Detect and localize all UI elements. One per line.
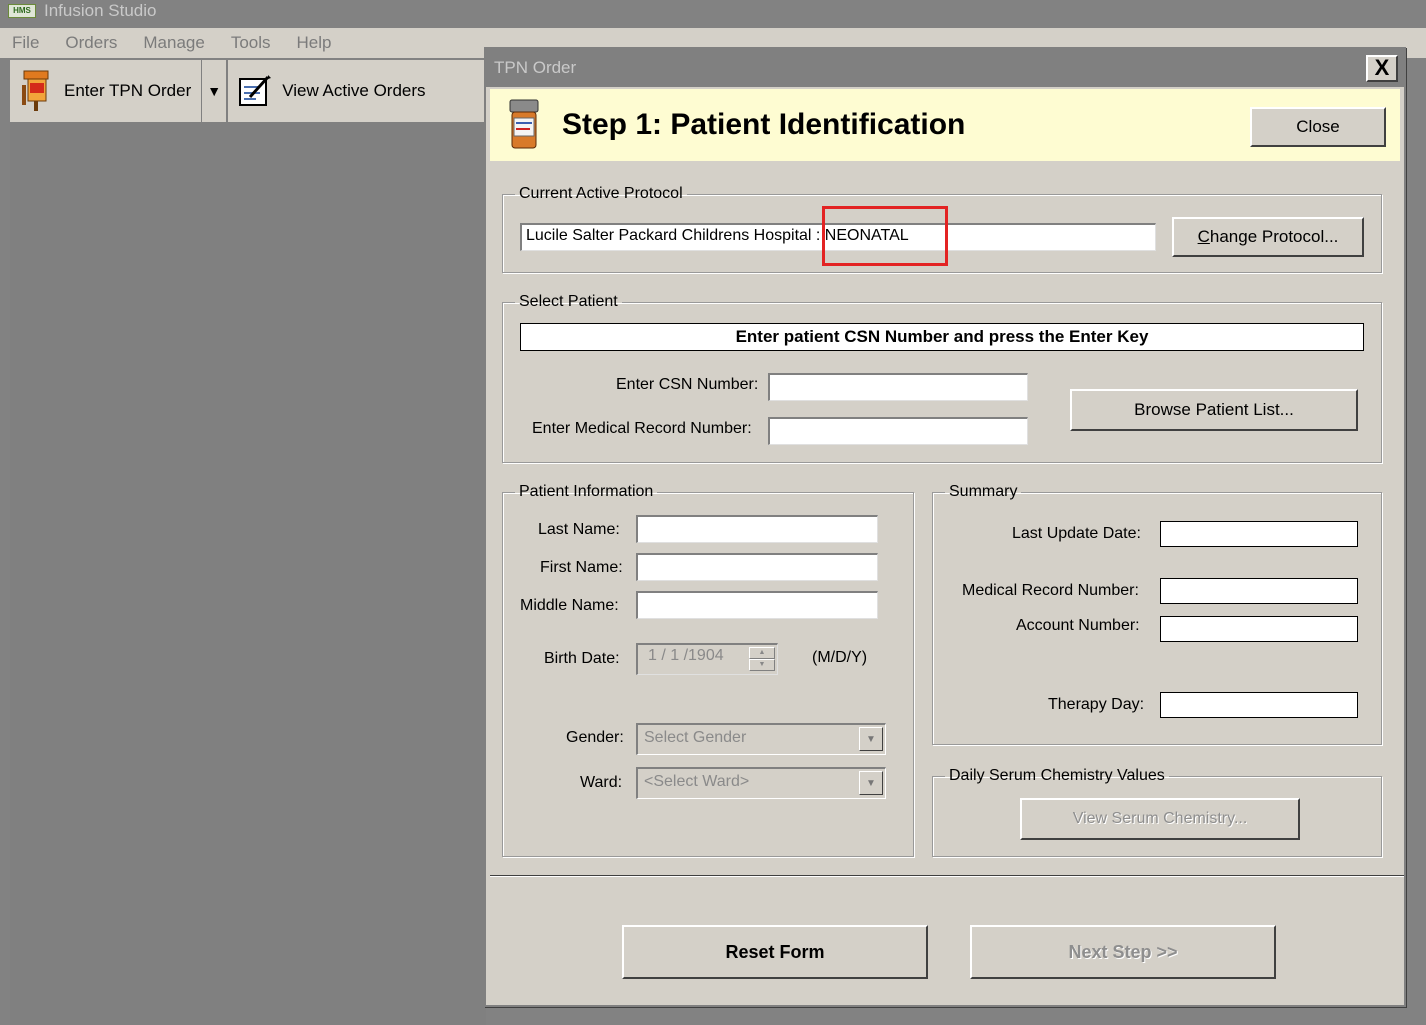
csn-instruction-banner: Enter patient CSN Number and press the E… [520,323,1364,351]
account-number-field [1160,616,1358,642]
dialog-titlebar[interactable]: TPN Order [486,49,1404,87]
view-serum-chemistry-button[interactable]: View Serum Chemistry... [1020,798,1300,840]
toolbar: Enter TPN Order ▼ View Active Orders [10,60,486,124]
spin-up-icon[interactable]: ▲ [749,647,775,659]
gender-label: Gender: [566,729,624,746]
iv-bag-icon [22,70,49,111]
middle-name-label: Middle Name: [520,597,619,614]
ward-select[interactable]: <Select Ward> ▼ [636,767,886,799]
step-title: Step 1: Patient Identification [562,108,966,141]
chevron-down-icon[interactable]: ▼ [859,727,883,751]
step-header: Step 1: Patient Identification Close [490,89,1400,161]
last-update-date-label: Last Update Date: [1012,525,1141,542]
spin-down-icon[interactable]: ▼ [749,659,775,671]
app-title: Infusion Studio [44,1,157,20]
footer-divider [490,875,1404,877]
app-logo-text: HMS [13,6,31,15]
close-button[interactable]: Close [1250,107,1386,147]
menu-file[interactable]: File [10,31,41,55]
mrn-input[interactable] [768,417,1028,445]
birth-date-spinner[interactable]: ▲ ▼ [749,647,775,671]
summary-mrn-label: Medical Record Number: [962,582,1139,599]
dialog-close-x-button[interactable]: X [1366,55,1398,82]
first-name-label: First Name: [540,559,623,576]
reset-form-button[interactable]: Reset Form [622,925,928,979]
middle-name-input[interactable] [636,591,878,619]
menu-orders[interactable]: Orders [63,31,119,55]
mrn-label: Enter Medical Record Number: [532,420,752,437]
pill-bottle-icon [509,99,539,149]
ward-select-value: <Select Ward> [644,773,750,790]
mdi-client-area [10,124,486,1025]
next-step-button[interactable]: Next Step >> [970,925,1276,979]
account-number-label: Account Number: [1016,617,1140,634]
app-titlebar: HMS Infusion Studio [0,0,1426,22]
view-active-orders-button[interactable]: View Active Orders [228,60,435,122]
birth-date-value: 1 / 1 /1904 [648,647,724,664]
gender-select-value: Select Gender [644,729,747,746]
highlight-annotation [822,206,948,266]
enter-tpn-order-button[interactable]: Enter TPN Order [10,60,203,122]
change-protocol-accel: C [1197,227,1210,246]
menu-tools[interactable]: Tools [229,31,273,55]
birth-date-format-label: (M/D/Y) [812,649,868,666]
browse-patient-list-button[interactable]: Browse Patient List... [1070,389,1358,431]
last-update-date-field [1160,521,1358,547]
therapy-day-label: Therapy Day: [1048,696,1145,713]
change-protocol-button[interactable]: Change Protocol... [1172,217,1364,257]
enter-order-dropdown-button[interactable]: ▼ [202,60,229,122]
view-active-orders-label: View Active Orders [282,81,426,100]
therapy-day-field [1160,692,1358,718]
app-logo-icon: HMS [8,4,36,18]
select-patient-legend: Select Patient [519,293,618,310]
last-name-input[interactable] [636,515,878,543]
summary-mrn-field [1160,578,1358,604]
dialog-title: TPN Order [494,58,577,77]
birth-date-label: Birth Date: [544,650,620,667]
first-name-input[interactable] [636,553,878,581]
menu-help[interactable]: Help [295,31,334,55]
change-protocol-label: hange Protocol... [1209,227,1339,246]
chevron-down-icon[interactable]: ▼ [859,771,883,795]
csn-label: Enter CSN Number: [616,376,759,393]
menu-manage[interactable]: Manage [141,31,206,55]
protocol-legend: Current Active Protocol [519,185,683,202]
caret-down-icon: ▼ [207,83,222,99]
close-icon: X [1374,55,1390,80]
serum-chemistry-legend: Daily Serum Chemistry Values [949,767,1165,784]
birth-date-picker[interactable]: 1 / 1 /1904 ▲ ▼ [636,643,778,675]
gender-select[interactable]: Select Gender ▼ [636,723,886,755]
ward-label: Ward: [580,774,623,791]
tpn-order-dialog: TPN Order X Step 1: Patient Identificati… [484,47,1406,1007]
summary-legend: Summary [949,483,1018,500]
last-name-label: Last Name: [538,521,620,538]
enter-tpn-order-label: Enter TPN Order [64,81,192,100]
csn-input[interactable] [768,373,1028,401]
edit-document-icon [239,75,272,106]
patient-info-legend: Patient Information [519,483,654,500]
